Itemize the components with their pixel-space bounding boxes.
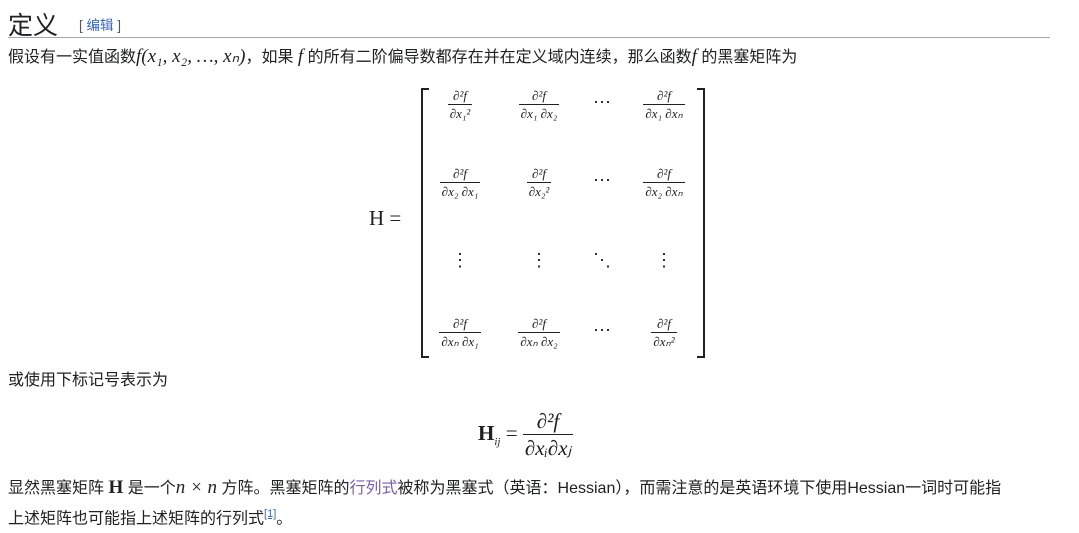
matrix-cell-3-4: ⋮ — [655, 250, 673, 270]
n-by-n: n × n — [175, 477, 218, 498]
matrix-cell-3-1: ⋮ — [451, 250, 469, 270]
matrix-cell-3-3: ⋱ — [593, 250, 611, 270]
matrix-cell-2-1: ∂²f ∂x₂ ∂x₁ — [439, 166, 481, 199]
function-f-2: f — [297, 46, 304, 67]
function-args: (x₁, x₂, …, xₙ) — [141, 46, 246, 67]
edit-section: [ 编辑 ] — [79, 18, 122, 33]
conclusion-line-2: 上述矩阵也可能指上述矩阵的行列式[1]。 — [8, 508, 293, 528]
matrix-H: H — [108, 477, 124, 498]
matrix-cell-1-2: ∂²f ∂x₁ ∂x₂ — [518, 88, 560, 121]
matrix-cell-4-1: ∂²f ∂xₙ ∂x₁ — [439, 316, 481, 349]
matrix-cell-1-3: ⋯ — [593, 92, 611, 112]
conclusion-line-1: 显然黑塞矩阵 H 是一个n × n 方阵。黑塞矩阵的行列式被称为黑塞式（英语：H… — [8, 477, 1002, 498]
eq-num: ∂²f — [536, 409, 560, 433]
matrix-cell-1-1: ∂²f ∂x₁² — [447, 88, 473, 121]
matrix-lhs: H = — [369, 206, 402, 230]
matrix-cell-2-4: ∂²f ∂x₂ ∂xₙ — [643, 166, 685, 199]
matrix-cell-3-2: ⋮ — [530, 250, 548, 270]
matrix-cell-2-3: ⋯ — [593, 170, 611, 190]
matrix-cell-4-4: ∂²f ∂xₙ² — [651, 316, 677, 349]
matrix-cell-4-3: ⋯ — [593, 320, 611, 340]
eq-lhs: H — [478, 420, 495, 445]
matrix-cell-4-2: ∂²f ∂xₙ ∂x₂ — [518, 316, 560, 349]
eq-equals: = — [500, 420, 523, 445]
matrix-cell-1-4: ∂²f ∂x₁ ∂xₙ — [643, 88, 685, 121]
eq-den: ∂xᵢ∂xⱼ — [522, 434, 574, 460]
section-title: 定义 — [8, 13, 59, 40]
section-heading: 定义 [ 编辑 ] — [8, 4, 1050, 40]
reference-1-link[interactable]: [1] — [264, 508, 276, 520]
definition-paragraph: 假设有一实值函数f(x₁, x₂, …, xₙ)，如果 f 的所有二阶偏导数都存… — [8, 46, 798, 67]
function-f-3: f — [691, 46, 697, 67]
subscript-notation-paragraph: 或使用下标记号表示为 — [8, 372, 169, 389]
determinant-link[interactable]: 行列式 — [350, 480, 398, 497]
right-bracket — [697, 88, 705, 358]
hessian-matrix: H = ∂²f ∂x₁² ∂²f ∂x₁ ∂x₂ ⋯ ∂²f ∂x₁ ∂xₙ ∂²f ∂… — [369, 88, 709, 358]
matrix-cell-2-2: ∂²f ∂x₂² — [526, 166, 552, 199]
eq-fraction: ∂²f ∂xᵢ∂xⱼ — [522, 409, 574, 461]
subscript-equation: Hij = ∂²f ∂xᵢ∂xⱼ — [478, 409, 574, 461]
edit-link[interactable]: 编辑 — [87, 18, 114, 33]
